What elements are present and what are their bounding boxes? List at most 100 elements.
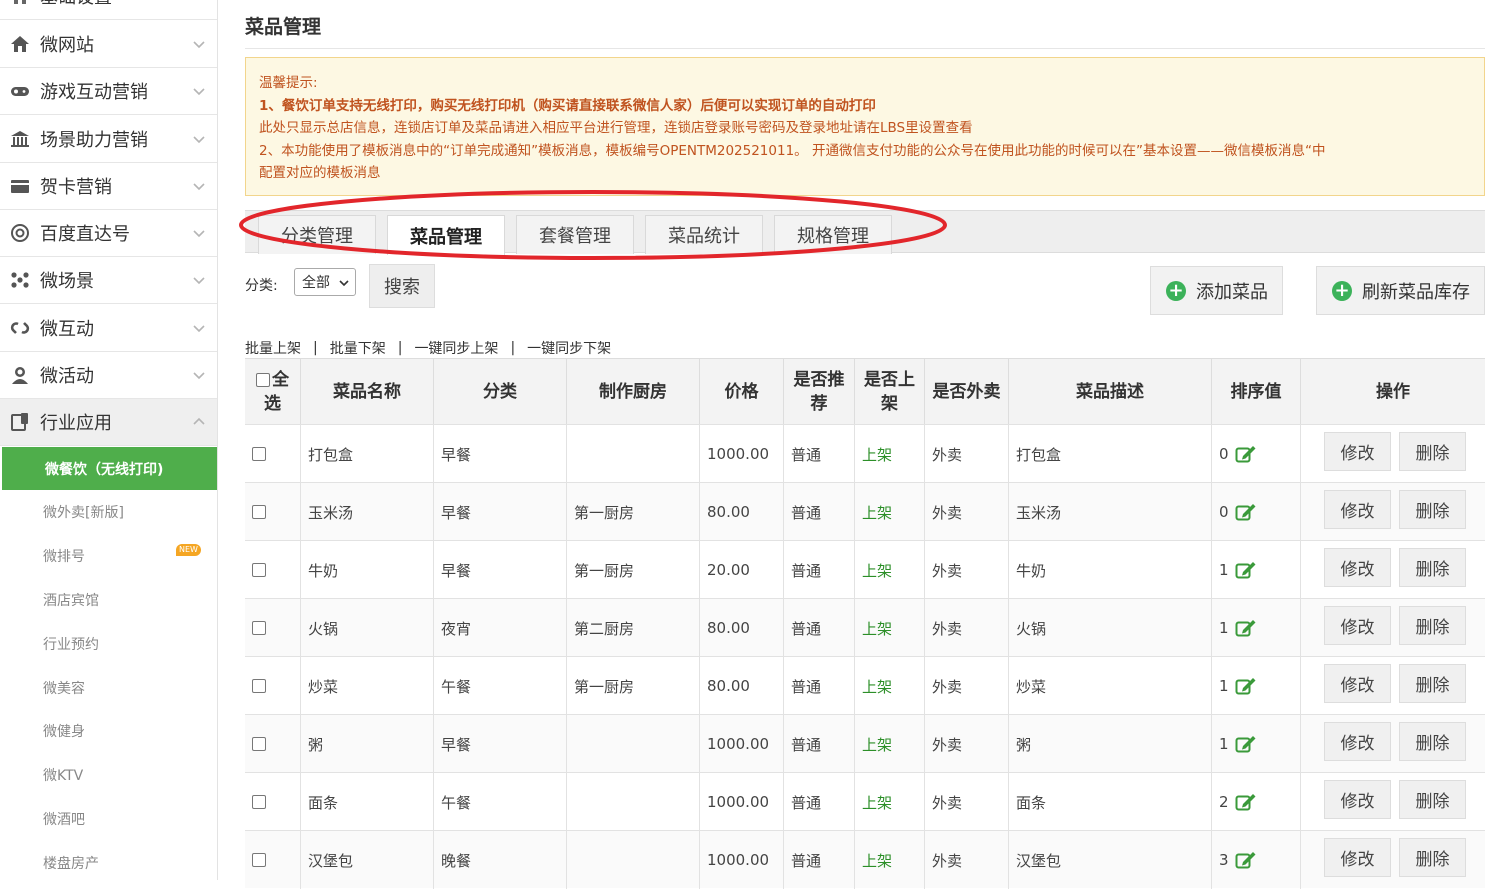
sidebar-subitem-8[interactable]: 微酒吧: [0, 797, 217, 840]
batch-off-shelf-link[interactable]: 批量下架: [330, 338, 386, 358]
cell-takeout: 外卖: [925, 599, 1009, 657]
cell-sort: 0: [1212, 483, 1301, 541]
row-checkbox[interactable]: [252, 795, 266, 809]
edit-button[interactable]: 修改: [1324, 780, 1391, 819]
sidebar-subitem-3[interactable]: 酒店宾馆: [0, 578, 217, 621]
edit-button[interactable]: 修改: [1324, 490, 1391, 529]
row-checkbox[interactable]: [252, 679, 266, 693]
tab-dishes[interactable]: 菜品管理: [387, 215, 505, 255]
edit-icon[interactable]: [1235, 734, 1257, 754]
edit-button[interactable]: 修改: [1324, 432, 1391, 471]
sidebar-item-0[interactable]: 微网站: [0, 21, 217, 68]
tab-specs[interactable]: 规格管理: [774, 215, 892, 254]
user-icon: [0, 365, 40, 385]
sidebar-subitem-4[interactable]: 行业预约: [0, 622, 217, 665]
cell-category: 早餐: [434, 483, 567, 541]
delete-button[interactable]: 删除: [1399, 838, 1466, 877]
add-dish-button[interactable]: + 添加菜品: [1150, 266, 1283, 315]
sidebar-item-7[interactable]: 微活动: [0, 351, 217, 399]
sidebar-subitem-9[interactable]: 楼盘房产: [0, 841, 217, 880]
sidebar-subitem-7[interactable]: 微KTV: [0, 754, 217, 797]
tab-category[interactable]: 分类管理: [258, 215, 376, 254]
sidebar-item-6[interactable]: 微互动: [0, 304, 217, 352]
cell-status[interactable]: 上架: [855, 483, 925, 541]
edit-icon[interactable]: [1235, 502, 1257, 522]
cell-desc: 火锅: [1009, 599, 1212, 657]
edit-button[interactable]: 修改: [1324, 722, 1391, 761]
select-all-checkbox[interactable]: [256, 373, 270, 387]
select-all-header[interactable]: 全 选: [245, 359, 301, 425]
tabs-bar: 分类管理 菜品管理 套餐管理 菜品统计 规格管理: [245, 210, 1485, 255]
cell-status[interactable]: 上架: [855, 425, 925, 483]
row-checkbox[interactable]: [252, 447, 266, 461]
delete-button[interactable]: 删除: [1399, 548, 1466, 587]
cell-name: 打包盒: [301, 425, 434, 483]
cell-kitchen: 第一厨房: [567, 483, 700, 541]
cell-status[interactable]: 上架: [855, 657, 925, 715]
row-checkbox[interactable]: [252, 505, 266, 519]
sidebar-item-8[interactable]: 行业应用: [0, 399, 217, 446]
separator: |: [510, 340, 516, 356]
cell-category: 午餐: [434, 773, 567, 831]
header-text: 荐: [810, 394, 828, 414]
home-icon: [0, 34, 40, 54]
sort-value: 0: [1219, 445, 1229, 463]
sidebar-item-label: 场景助力营销: [40, 129, 148, 151]
sync-on-shelf-link[interactable]: 一键同步上架: [414, 338, 498, 358]
search-button[interactable]: 搜索: [369, 264, 435, 308]
sidebar-item-1[interactable]: 游戏互动营销: [0, 68, 217, 116]
sidebar-subitem-1[interactable]: 微外卖[新版]: [0, 491, 217, 534]
edit-button[interactable]: 修改: [1324, 606, 1391, 645]
batch-on-shelf-link[interactable]: 批量上架: [245, 338, 301, 358]
cell-status[interactable]: 上架: [855, 541, 925, 599]
refresh-stock-button[interactable]: + 刷新菜品库存: [1316, 266, 1485, 315]
delete-button[interactable]: 删除: [1399, 490, 1466, 529]
sidebar-item-label: 微网站: [40, 35, 94, 56]
edit-icon[interactable]: [1235, 560, 1257, 580]
notice-line-4: 配置对应的模板消息: [259, 165, 381, 181]
edit-button[interactable]: 修改: [1324, 838, 1391, 877]
tab-statistics[interactable]: 菜品统计: [645, 215, 763, 254]
cell-status[interactable]: 上架: [855, 715, 925, 773]
row-checkbox[interactable]: [252, 563, 266, 577]
edit-button[interactable]: 修改: [1324, 548, 1391, 587]
cell-recommend: 普通: [784, 483, 855, 541]
delete-button[interactable]: 删除: [1399, 432, 1466, 471]
sidebar-subitem-2[interactable]: 微排号 NEW: [0, 535, 217, 578]
sidebar-item-4[interactable]: 百度直达号: [0, 210, 217, 257]
cell-status[interactable]: 上架: [855, 773, 925, 831]
sidebar-item-5[interactable]: 微场景: [0, 257, 217, 305]
sidebar-item-3[interactable]: 贺卡营销: [0, 162, 217, 210]
edit-icon[interactable]: [1235, 444, 1257, 464]
sidebar-item-2[interactable]: 场景助力营销: [0, 115, 217, 163]
row-checkbox[interactable]: [252, 737, 266, 751]
edit-icon[interactable]: [1235, 676, 1257, 696]
header-text: 选: [264, 394, 281, 414]
cell-desc: 粥: [1009, 715, 1212, 773]
edit-icon[interactable]: [1235, 618, 1257, 638]
cell-ops: 修改 删除: [1301, 657, 1485, 715]
cell-sort: 1: [1212, 657, 1301, 715]
delete-button[interactable]: 删除: [1399, 664, 1466, 703]
delete-button[interactable]: 删除: [1399, 722, 1466, 761]
sync-off-shelf-link[interactable]: 一键同步下架: [527, 338, 611, 358]
cell-name: 玉米汤: [301, 483, 434, 541]
sidebar-subitem-0[interactable]: 微餐饮（无线打印): [2, 447, 217, 490]
edit-icon[interactable]: [1235, 792, 1257, 812]
cell-status[interactable]: 上架: [855, 599, 925, 657]
header-text: 是否推: [793, 370, 845, 390]
edit-icon[interactable]: [1235, 850, 1257, 870]
sidebar-subitem-6[interactable]: 微健身: [0, 710, 217, 753]
cell-takeout: 外卖: [925, 425, 1009, 483]
sidebar-item-basic-settings[interactable]: 基础设置: [0, 0, 217, 20]
main-content: 菜品管理 温馨提示: 1、餐饮订单支持无线打印，购买无线打印机（购买请直接联系微…: [239, 0, 1485, 889]
delete-button[interactable]: 删除: [1399, 606, 1466, 645]
row-checkbox[interactable]: [252, 853, 266, 867]
row-checkbox[interactable]: [252, 621, 266, 635]
cell-status[interactable]: 上架: [855, 831, 925, 889]
edit-button[interactable]: 修改: [1324, 664, 1391, 703]
delete-button[interactable]: 删除: [1399, 780, 1466, 819]
sidebar-subitem-5[interactable]: 微美容: [0, 666, 217, 709]
category-select[interactable]: 全部: [294, 268, 356, 296]
tab-combo[interactable]: 套餐管理: [516, 215, 634, 254]
